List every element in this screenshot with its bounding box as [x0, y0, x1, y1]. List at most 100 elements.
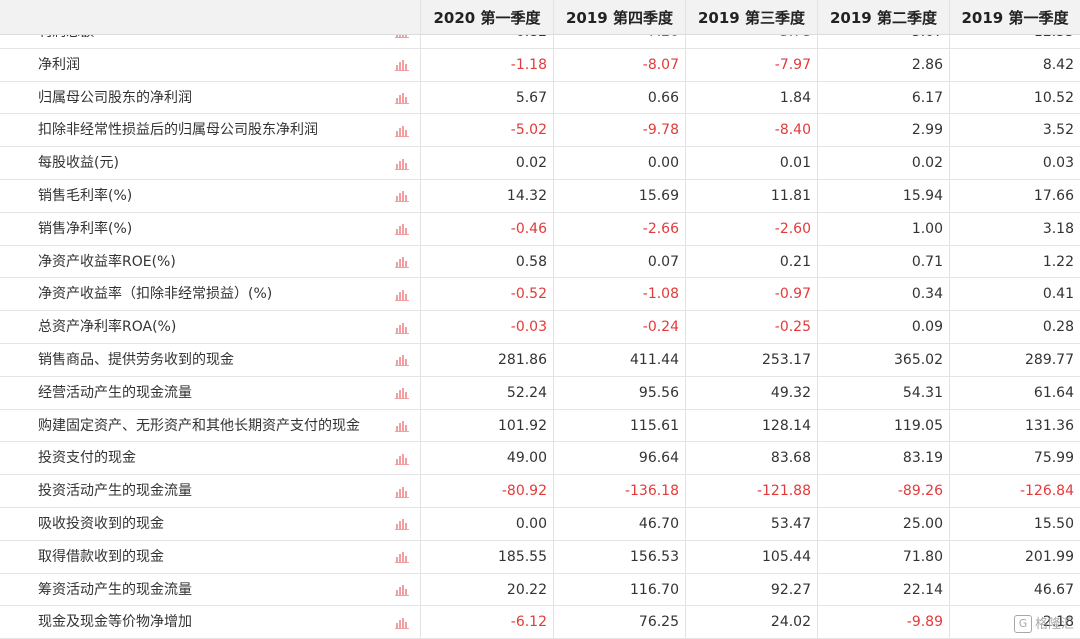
table-row[interactable]: 取得借款收到的现金 185.55 156.53 105.44 71.80 201.99: [0, 540, 1080, 574]
value-cell: 5.67: [420, 81, 553, 114]
value-cell: -9.78: [553, 114, 685, 147]
cell-value: 92.27: [770, 581, 811, 598]
bar-chart-icon[interactable]: [395, 354, 409, 367]
bar-chart-icon[interactable]: [395, 256, 409, 268]
value-cell: 71.80: [817, 540, 949, 573]
cell-value: 0.41: [1042, 286, 1074, 303]
cell-value: -121.88: [756, 483, 811, 500]
table-row[interactable]: 销售净利率(%) -0.46 -2.66 -2.60 1.00 3.18: [0, 212, 1080, 246]
row-name-cell: 经营活动产生的现金流量: [0, 377, 420, 409]
table-row[interactable]: 投资活动产生的现金流量 -80.92 -136.18 -121.88 -89.26 -12…: [0, 475, 1080, 508]
cell-value: -0.46: [510, 220, 547, 237]
table-row[interactable]: 现金及现金等价物净增加 -6.12 76.25 24.02 -9.89 2.18: [0, 606, 1080, 639]
table-row[interactable]: 投资支付的现金 49.00 96.64 83.68 83.19 75.99: [0, 442, 1080, 476]
value-cell: 289.77: [949, 344, 1080, 376]
value-cell: 61.64: [949, 376, 1080, 409]
header-period[interactable]: 2019 第二季度: [817, 0, 949, 34]
value-cell: 25.00: [817, 508, 949, 540]
cell-value: 281.86: [498, 352, 547, 368]
value-cell: 15.69: [553, 180, 685, 212]
bar-chart-icon[interactable]: [395, 584, 409, 596]
cell-value: 25.00: [902, 516, 943, 532]
value-cell: -0.52: [420, 278, 553, 311]
value-cell: 95.56: [553, 376, 685, 409]
header-period[interactable]: 2019 第一季度: [949, 0, 1080, 34]
cell-value: 11.81: [770, 188, 811, 204]
value-cell: 46.70: [553, 508, 685, 540]
header-period[interactable]: 2020 第一季度: [420, 0, 553, 34]
bar-chart-icon[interactable]: [395, 125, 409, 137]
table-row[interactable]: 筹资活动产生的现金流量 20.22 116.70 92.27 22.14 46.67: [0, 573, 1080, 607]
cell-value: 8.42: [1042, 56, 1074, 73]
bar-chart-icon[interactable]: [395, 387, 409, 400]
cell-value: 46.70: [638, 516, 679, 532]
bar-chart-icon[interactable]: [395, 617, 409, 629]
cell-value: -126.84: [1019, 483, 1074, 500]
bar-chart-icon[interactable]: [395, 223, 409, 236]
value-cell: 54.31: [817, 376, 949, 409]
cell-value: 24.02: [770, 614, 811, 631]
value-cell: 22.14: [817, 573, 949, 606]
cell-value: 46.67: [1033, 581, 1074, 598]
table-row[interactable]: 扣除非经常性损益后的归属母公司股东净利润 -5.02 -9.78 -8.40 2.99 3…: [0, 114, 1080, 148]
value-cell: 105.44: [685, 540, 817, 573]
bar-chart-icon[interactable]: [395, 158, 409, 170]
row-label: 现金及现金等价物净增加: [38, 614, 192, 631]
table-row[interactable]: 每股收益(元) 0.02 0.00 0.01 0.02 0.03: [0, 147, 1080, 180]
cell-value: 53.47: [770, 516, 811, 532]
bar-chart-icon[interactable]: [395, 190, 409, 203]
cell-value: 156.53: [630, 548, 679, 565]
bar-chart-icon[interactable]: [395, 420, 409, 432]
bar-chart-icon[interactable]: [395, 486, 409, 498]
cell-value: 15.50: [1033, 516, 1074, 532]
value-cell: 101.92: [420, 409, 553, 442]
header-period[interactable]: 2019 第四季度: [553, 0, 685, 34]
row-label: 总资产净利率ROA(%): [38, 319, 177, 336]
row-label: 筹资活动产生的现金流量: [38, 581, 192, 598]
table-row[interactable]: 吸收投资收到的现金 0.00 46.70 53.47 25.00 15.50: [0, 508, 1080, 541]
row-name-cell: 现金及现金等价物净增加: [0, 606, 420, 638]
bar-chart-icon[interactable]: [395, 518, 409, 531]
value-cell: 83.68: [685, 442, 817, 475]
value-cell: -2.60: [685, 212, 817, 245]
cell-value: 0.71: [911, 253, 943, 270]
cell-value: -89.26: [897, 483, 943, 500]
bar-chart-icon[interactable]: [395, 551, 409, 564]
bar-chart-icon[interactable]: [395, 322, 409, 334]
bar-chart-icon[interactable]: [395, 289, 409, 301]
cell-value: 76.25: [638, 614, 679, 631]
value-cell: -6.12: [420, 606, 553, 639]
cell-value: 0.01: [779, 155, 811, 172]
bar-chart-icon[interactable]: [395, 92, 409, 104]
table-row[interactable]: 净利润 -1.18 -8.07 -7.97 2.86 8.42: [0, 48, 1080, 82]
table-row[interactable]: 经营活动产生的现金流量 52.24 95.56 49.32 54.31 61.64: [0, 376, 1080, 410]
cell-value: 115.61: [630, 417, 679, 434]
row-label: 投资活动产生的现金流量: [38, 483, 192, 500]
value-cell: -9.89: [817, 606, 949, 639]
value-cell: -1.08: [553, 278, 685, 311]
row-label: 每股收益(元): [38, 155, 119, 172]
value-cell: 0.00: [553, 147, 685, 179]
header-period[interactable]: 2019 第三季度: [685, 0, 817, 34]
table-row[interactable]: 购建固定资产、无形资产和其他长期资产支付的现金 101.92 115.61 128.1…: [0, 409, 1080, 443]
cell-value: 0.21: [779, 253, 811, 270]
table-row[interactable]: 净资产收益率ROE(%) 0.58 0.07 0.21 0.71 1.22: [0, 245, 1080, 279]
cell-value: 2.86: [911, 56, 943, 73]
cell-value: 6.17: [911, 89, 943, 106]
bar-chart-icon[interactable]: [395, 59, 409, 72]
bar-chart-icon[interactable]: [395, 453, 409, 465]
cell-value: 96.64: [638, 450, 679, 467]
value-cell: 3.18: [949, 212, 1080, 245]
row-label: 取得借款收到的现金: [38, 548, 164, 565]
table-row[interactable]: 净资产收益率（扣除非经常损益）(%) -0.52 -1.08 -0.97 0.34 0.4…: [0, 278, 1080, 312]
row-name-cell: 筹资活动产生的现金流量: [0, 574, 420, 606]
cell-value: 185.55: [498, 548, 547, 565]
cell-value: 0.28: [1042, 319, 1074, 336]
table-row[interactable]: 总资产净利率ROA(%) -0.03 -0.24 -0.25 0.09 0.28: [0, 311, 1080, 344]
table-row[interactable]: 销售毛利率(%) 14.32 15.69 11.81 15.94 17.66: [0, 180, 1080, 213]
cell-value: -1.18: [510, 56, 547, 73]
table-row[interactable]: 归属母公司股东的净利润 5.67 0.66 1.84 6.17 10.52: [0, 81, 1080, 115]
table-row[interactable]: 销售商品、提供劳务收到的现金 281.86 411.44 253.17 365.02 28…: [0, 344, 1080, 377]
value-cell: 0.00: [420, 508, 553, 540]
cell-value: -136.18: [624, 483, 679, 500]
